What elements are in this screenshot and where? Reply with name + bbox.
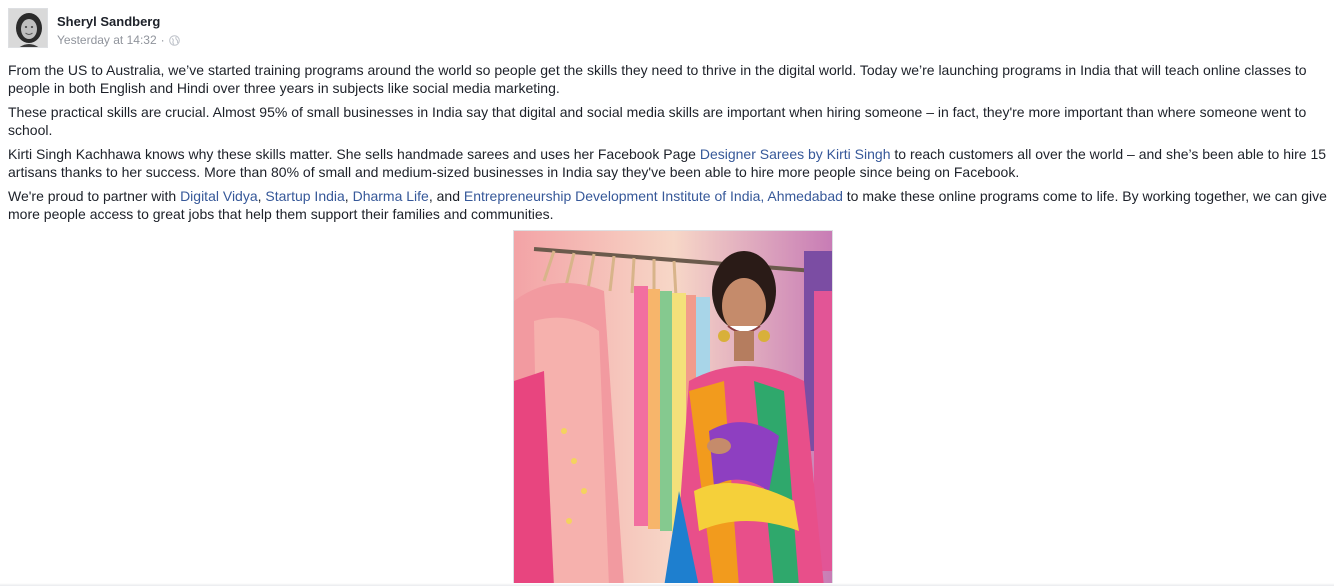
page-link-dharma-life[interactable]: Dharma Life [353,188,429,204]
page-link-edi-india[interactable]: Entrepreneurship Development Institute o… [464,188,843,204]
page-link-startup-india[interactable]: Startup India [265,188,344,204]
saree-shop-photo [514,231,832,585]
author-avatar[interactable] [8,8,48,48]
post-body: From the US to Australia, we’ve started … [8,61,1330,229]
paragraph-4-sep-2: , [344,188,353,204]
paragraph-2: These practical skills are crucial. Almo… [8,103,1330,139]
meta-separator: · [160,33,165,47]
globe-icon[interactable] [168,34,180,46]
post-photo[interactable] [513,230,833,586]
author-name[interactable]: Sheryl Sandberg [57,14,160,30]
post-meta: Sheryl Sandberg Yesterday at 14:32 · [57,8,180,48]
avatar-photo [9,9,47,47]
page-link-designer-sarees[interactable]: Designer Sarees by Kirti Singh [700,146,891,162]
paragraph-3-before: Kirti Singh Kachhawa knows why these ski… [8,146,700,162]
post-header: Sheryl Sandberg Yesterday at 14:32 · [8,8,180,48]
page-link-digital-vidya[interactable]: Digital Vidya [180,188,258,204]
paragraph-4-sep-3: , and [428,188,464,204]
paragraph-1-text: From the US to Australia, we’ve started … [8,62,1307,96]
paragraph-4: We're proud to partner with Digital Vidy… [8,187,1330,223]
paragraph-1: From the US to Australia, we’ve started … [8,61,1330,97]
post-subline: Yesterday at 14:32 · [57,33,180,47]
paragraph-2-text: These practical skills are crucial. Almo… [8,104,1307,138]
feed-post: Sheryl Sandberg Yesterday at 14:32 · Fro… [0,0,1334,586]
post-timestamp[interactable]: Yesterday at 14:32 [57,33,157,47]
paragraph-3: Kirti Singh Kachhawa knows why these ski… [8,145,1330,181]
paragraph-4-before: We're proud to partner with [8,188,181,204]
